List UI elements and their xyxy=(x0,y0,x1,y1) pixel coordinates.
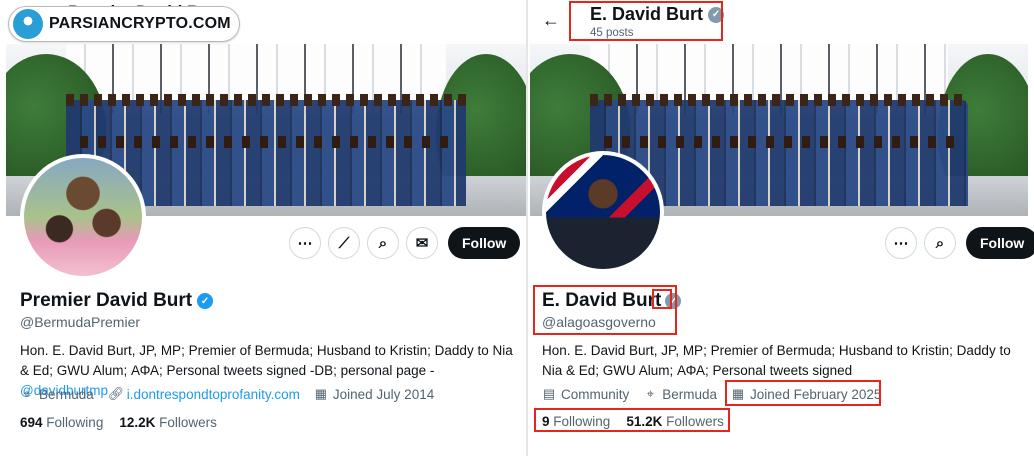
heads-row xyxy=(600,136,958,148)
joined-text: Joined July 2014 xyxy=(332,386,435,402)
location-text: Bermuda xyxy=(662,386,718,402)
verified-badge-icon[interactable]: ✓ xyxy=(197,293,214,309)
briefcase-icon: ▤ xyxy=(542,386,556,401)
search-icon[interactable]: ⌕ xyxy=(924,227,956,259)
heads-row xyxy=(590,94,968,106)
right-profile-panel: ← E. David Burt ✓ 45 posts ⋯ ⌕ Follow E.… xyxy=(528,0,1034,456)
following-label: Following xyxy=(46,415,104,430)
location: ⌖ Bermuda xyxy=(20,386,94,402)
location-text: Bermuda xyxy=(39,386,94,402)
left-profile-panel: Premier David Burt ⋯ ⟋ ⌕ ✉ Follow Premie… xyxy=(0,0,526,456)
bio-text: Hon. E. David Burt, JP, MP; Premier of B… xyxy=(20,343,513,378)
highlight-box-stats xyxy=(534,408,730,432)
left-display-name: Premier David Burt ✓ xyxy=(20,290,214,312)
website[interactable]: 🔗︎ i.dontrespondtoprofanity.com xyxy=(108,386,300,402)
following-stat[interactable]: 694 Following xyxy=(20,415,103,430)
watermark-logo-icon xyxy=(13,9,43,39)
right-avatar[interactable] xyxy=(542,151,664,273)
followers-count: 12.2K xyxy=(119,415,156,430)
left-handle: @BermudaPremier xyxy=(20,314,141,330)
location-pin-icon: ⌖ xyxy=(23,386,31,401)
right-bio: Hon. E. David Burt, JP, MP; Premier of B… xyxy=(542,343,1011,378)
display-name-text: Premier David Burt xyxy=(20,290,193,311)
followers-stat[interactable]: 12.2K Followers xyxy=(119,415,217,430)
category: ▤ Community xyxy=(542,386,629,402)
more-icon[interactable]: ⋯ xyxy=(885,227,917,259)
location-pin-icon: ⌖ xyxy=(646,386,654,401)
message-icon[interactable]: ✉ xyxy=(406,227,438,259)
left-meta: ⌖ Bermuda 🔗︎ i.dontrespondtoprofanity.com … xyxy=(20,386,434,402)
joined: ▦ Joined July 2014 xyxy=(314,386,434,402)
highlight-box-joined xyxy=(725,380,881,406)
heads-row xyxy=(66,94,466,106)
website-link[interactable]: i.dontrespondtoprofanity.com xyxy=(127,387,300,402)
follow-button[interactable]: Follow xyxy=(448,227,521,259)
right-actions: ⋯ ⌕ Follow xyxy=(885,227,1034,259)
back-arrow-icon[interactable]: ← xyxy=(542,10,560,31)
location: ⌖ Bermuda xyxy=(643,386,717,402)
highlight-box-badge xyxy=(652,289,672,309)
calendar-icon: ▦ xyxy=(314,386,328,401)
category-text: Community xyxy=(561,386,630,402)
right-handle: @alagoasgoverno xyxy=(542,314,656,330)
left-avatar[interactable] xyxy=(20,154,146,280)
more-icon[interactable]: ⋯ xyxy=(289,227,321,259)
grok-icon[interactable]: ⟋ xyxy=(328,227,360,259)
search-icon[interactable]: ⌕ xyxy=(367,227,399,259)
left-stats: 694 Following 12.2K Followers xyxy=(20,415,217,430)
follow-button[interactable]: Follow xyxy=(966,227,1034,259)
following-count: 694 xyxy=(20,415,43,430)
watermark: PARSIANCRYPTO.COM xyxy=(8,6,240,42)
link-icon: 🔗︎ xyxy=(107,386,125,401)
heads-row xyxy=(76,136,456,148)
watermark-text: PARSIANCRYPTO.COM xyxy=(49,15,231,32)
followers-label: Followers xyxy=(159,415,217,430)
highlight-box-header xyxy=(569,1,723,41)
left-actions: ⋯ ⟋ ⌕ ✉ Follow xyxy=(289,227,521,259)
